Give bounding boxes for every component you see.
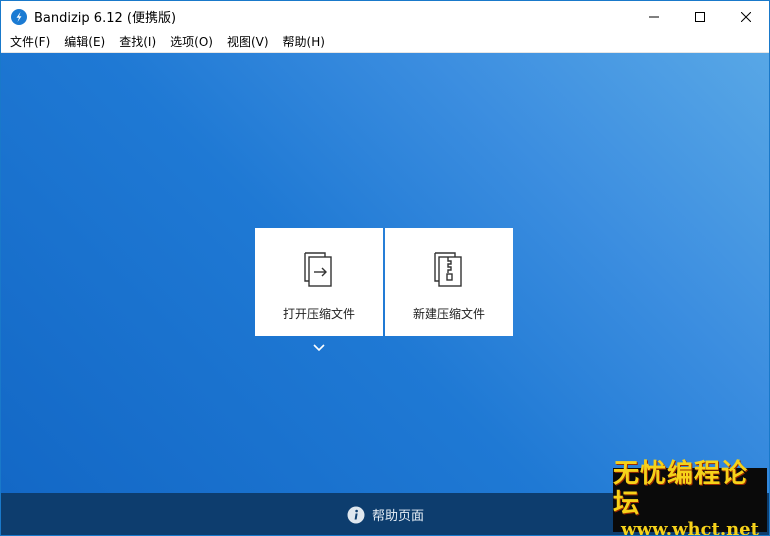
- info-icon: [347, 506, 365, 523]
- open-archive-icon: [304, 252, 332, 287]
- menu-file[interactable]: 文件(F): [3, 32, 57, 52]
- app-window: Bandizip 6.12 (便携版) 文件(F) 编辑(E) 查找(I) 选项…: [0, 0, 770, 536]
- main-area: 打开压缩文件 新建压缩文件: [1, 53, 769, 493]
- help-page-label: 帮助页面: [372, 509, 425, 524]
- watermark-logo: 无忧编程论坛 www.whct.net: [613, 459, 767, 535]
- minimize-button[interactable]: [631, 1, 677, 32]
- menu-options[interactable]: 选项(O): [163, 32, 220, 52]
- new-archive-label: 新建压缩文件: [412, 307, 485, 321]
- new-archive-button[interactable]: 新建压缩文件: [385, 228, 513, 336]
- menu-find[interactable]: 查找(I): [112, 32, 163, 52]
- chevron-down-icon[interactable]: [312, 343, 326, 353]
- watermark-line1: 无忧编程论坛: [613, 459, 749, 519]
- menu-bar: 文件(F) 编辑(E) 查找(I) 选项(O) 视图(V) 帮助(H): [1, 32, 769, 53]
- close-icon: [741, 11, 751, 22]
- bandizip-logo-icon: [11, 8, 27, 25]
- watermark-line2: www.whct.net: [621, 519, 759, 536]
- close-button[interactable]: [723, 1, 769, 32]
- maximize-icon: [695, 11, 705, 22]
- menu-view[interactable]: 视图(V): [220, 32, 276, 52]
- window-title: Bandizip 6.12 (便携版): [34, 11, 177, 26]
- maximize-button[interactable]: [677, 1, 723, 32]
- help-page-link[interactable]: 帮助页面: [347, 505, 424, 524]
- open-archive-button[interactable]: 打开压缩文件: [255, 228, 383, 336]
- title-bar[interactable]: Bandizip 6.12 (便携版): [1, 1, 769, 32]
- open-archive-label: 打开压缩文件: [282, 307, 355, 321]
- new-archive-icon: [434, 252, 462, 287]
- menu-edit[interactable]: 编辑(E): [57, 32, 112, 52]
- minimize-icon: [649, 16, 659, 17]
- menu-help[interactable]: 帮助(H): [276, 32, 332, 52]
